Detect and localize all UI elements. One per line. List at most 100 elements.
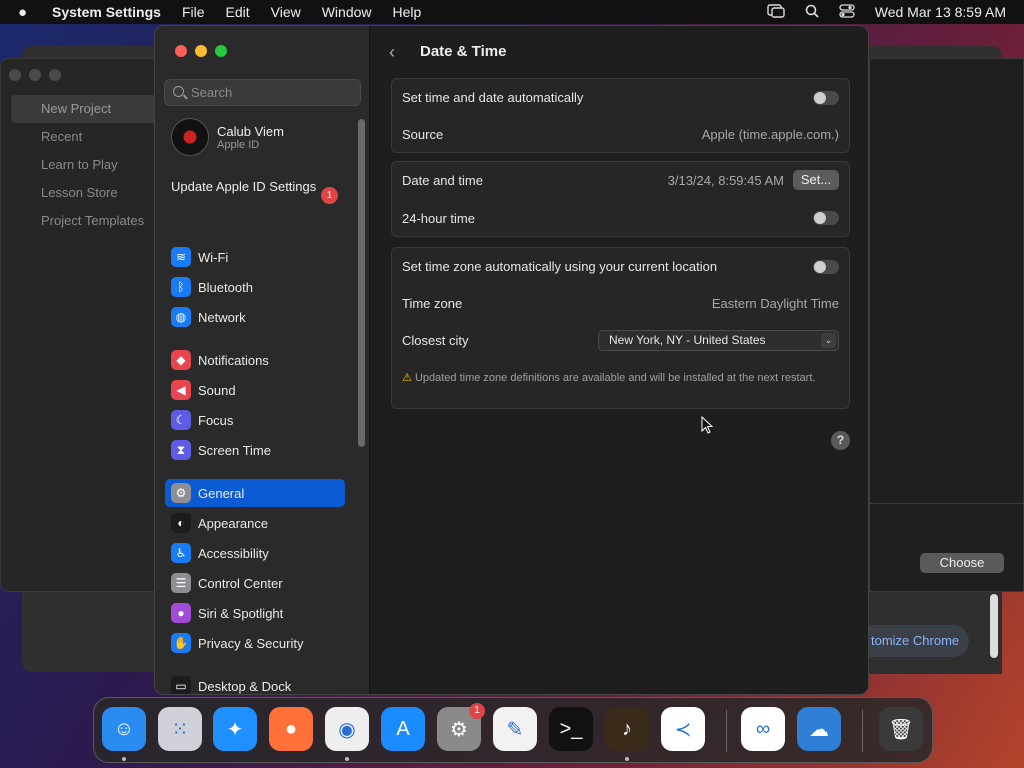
chevron-down-icon: ⌄	[821, 333, 836, 348]
page-title: Date & Time	[420, 43, 507, 60]
bluetooth-icon: ᛒ	[171, 277, 191, 297]
help-button[interactable]: ?	[831, 431, 850, 450]
sidebar-item-screen-time[interactable]: ⧗ Screen Time	[165, 436, 345, 464]
menu-window[interactable]: Window	[322, 4, 372, 20]
siri-icon: ●	[171, 603, 191, 623]
closest-city-label: Closest city	[402, 333, 469, 348]
menu-view[interactable]: View	[271, 4, 301, 20]
project-item-new[interactable]: New Project	[11, 95, 161, 123]
menu-help[interactable]: Help	[393, 4, 422, 20]
date-time-group: Date and time 3/13/24, 8:59:45 AM Set...…	[391, 161, 850, 237]
chrome-icon[interactable]: ◉	[325, 707, 369, 751]
sidebar-item-label: Screen Time	[198, 442, 271, 458]
chrome-scrollbar[interactable]	[990, 594, 998, 658]
minimize-button[interactable]	[195, 45, 207, 57]
project-item-lesson-store[interactable]: Lesson Store	[11, 179, 161, 207]
choose-button[interactable]: Choose	[920, 553, 1004, 573]
menu-clock[interactable]: Wed Mar 13 8:59 AM	[875, 4, 1006, 20]
visual-studio-icon[interactable]: ∞	[741, 707, 785, 751]
closest-city-select[interactable]: New York, NY - United States ⌄	[598, 330, 839, 351]
sidebar-item-network[interactable]: ◍ Network	[165, 303, 345, 331]
tz-auto-toggle[interactable]	[813, 259, 839, 274]
warning-icon: ⚠	[402, 372, 412, 384]
time-zone-row: Time zone Eastern Daylight Time	[392, 285, 849, 322]
sidebar-item-appearance[interactable]: ◐ Appearance	[165, 509, 345, 537]
firefox-icon[interactable]: ●	[269, 707, 313, 751]
dock-separator	[726, 710, 727, 752]
sidebar-item-sound[interactable]: ◀ Sound	[165, 376, 345, 404]
zoom-button[interactable]	[215, 45, 227, 57]
terminal-icon[interactable]: >_	[549, 707, 593, 751]
date-time-label: Date and time	[402, 172, 483, 188]
source-label: Source	[402, 127, 444, 142]
wifi-icon: ≋	[171, 247, 191, 267]
close-button[interactable]	[175, 45, 187, 57]
update-apple-id-settings[interactable]: Update Apple ID Settings	[171, 179, 341, 195]
finder-icon[interactable]: ☺	[102, 707, 146, 751]
date-time-value: 3/13/24, 8:59:45 AM	[667, 172, 784, 188]
sidebar-item-accessibility[interactable]: ♿ Accessibility	[165, 539, 345, 567]
gear-icon: ⚙	[171, 483, 191, 503]
dock: ☺ ⁙ ✦ ● ◉ A ⚙ ✎ >_ ♪ ≺ ∞ ☁ 🗑 1	[93, 697, 933, 763]
back-chevron-icon[interactable]: ‹	[389, 42, 395, 63]
project-item-recent[interactable]: Recent	[11, 123, 161, 151]
launchpad-icon[interactable]: ⁙	[158, 707, 202, 751]
sidebar-item-label: Sound	[198, 382, 236, 398]
settings-notification-badge: 1	[469, 703, 485, 719]
sidebar-item-bluetooth[interactable]: ᛒ Bluetooth	[165, 273, 345, 301]
apple-id-profile[interactable]: Calub Viem Apple ID	[171, 118, 284, 156]
project-item-templates[interactable]: Project Templates	[11, 207, 161, 235]
set-button[interactable]: Set...	[793, 170, 839, 190]
app-store-icon[interactable]: A	[381, 707, 425, 751]
automatic-time-group: Set time and date automatically Source A…	[391, 78, 850, 153]
divider	[870, 503, 1024, 504]
garageband-icon[interactable]: ♪	[605, 707, 649, 751]
appearance-icon: ◐	[171, 513, 191, 533]
search-icon	[173, 86, 184, 97]
menu-edit[interactable]: Edit	[226, 4, 250, 20]
screen-mirroring-icon[interactable]	[767, 3, 785, 21]
avatar	[171, 118, 209, 156]
search-input[interactable]: Search	[164, 79, 361, 106]
sidebar-item-label: Wi-Fi	[198, 249, 229, 265]
auto-time-toggle[interactable]	[813, 90, 839, 105]
globe-icon: ◍	[171, 307, 191, 327]
auto-time-label: Set time and date automatically	[402, 90, 584, 105]
sidebar-item-notifications[interactable]: ◆ Notifications	[165, 346, 345, 374]
menu-app-name[interactable]: System Settings	[52, 4, 161, 20]
sidebar-item-wi-fi[interactable]: ≋ Wi-Fi	[165, 243, 345, 271]
accessibility-icon: ♿	[171, 543, 191, 563]
textedit-icon[interactable]: ✎	[493, 707, 537, 751]
project-item-learn[interactable]: Learn to Play	[11, 151, 161, 179]
sidebar-item-control-center[interactable]: ☰ Control Center	[165, 569, 345, 597]
mouse-cursor-icon	[701, 416, 714, 434]
source-row: Source Apple (time.apple.com.)	[392, 116, 849, 153]
customize-chrome-button[interactable]: tomize Chrome	[869, 625, 969, 657]
tz-update-warning: ⚠ Updated time zone definitions are avai…	[402, 371, 822, 386]
sidebar-item-label: Notifications	[198, 352, 269, 368]
tz-auto-row: Set time zone automatically using your c…	[392, 248, 849, 285]
sidebar-item-siri-spotlight[interactable]: ● Siri & Spotlight	[165, 599, 345, 627]
apple-menu-icon[interactable]: ●	[18, 4, 36, 21]
weather-icon[interactable]: ☁	[797, 707, 841, 751]
sidebar-item-privacy-security[interactable]: ✋ Privacy & Security	[165, 629, 345, 657]
hour24-toggle[interactable]	[813, 211, 839, 225]
auto-time-row: Set time and date automatically	[392, 79, 849, 116]
window-controls	[175, 45, 227, 57]
menu-file[interactable]: File	[182, 4, 205, 20]
sidebar-item-general[interactable]: ⚙ General	[165, 479, 345, 507]
control-center-icon[interactable]	[839, 3, 855, 21]
sidebar-item-label: Siri & Spotlight	[198, 605, 284, 621]
system-settings-window: Search Calub Viem Apple ID Update Apple …	[154, 25, 869, 695]
tz-auto-label: Set time zone automatically using your c…	[402, 259, 718, 274]
vscode-icon[interactable]: ≺	[661, 707, 705, 751]
spotlight-search-icon[interactable]	[805, 4, 819, 21]
sidebar-scrollbar[interactable]	[358, 119, 365, 447]
trash-icon[interactable]: 🗑	[879, 707, 923, 751]
safari-icon[interactable]: ✦	[213, 707, 257, 751]
sidebar-item-desktop-dock[interactable]: ▭ Desktop & Dock	[165, 672, 345, 694]
sidebar-item-label: Desktop & Dock	[198, 678, 292, 694]
sidebar-item-focus[interactable]: ☾ Focus	[165, 406, 345, 434]
time-zone-label: Time zone	[402, 296, 463, 311]
source-value[interactable]: Apple (time.apple.com.)	[702, 127, 839, 142]
